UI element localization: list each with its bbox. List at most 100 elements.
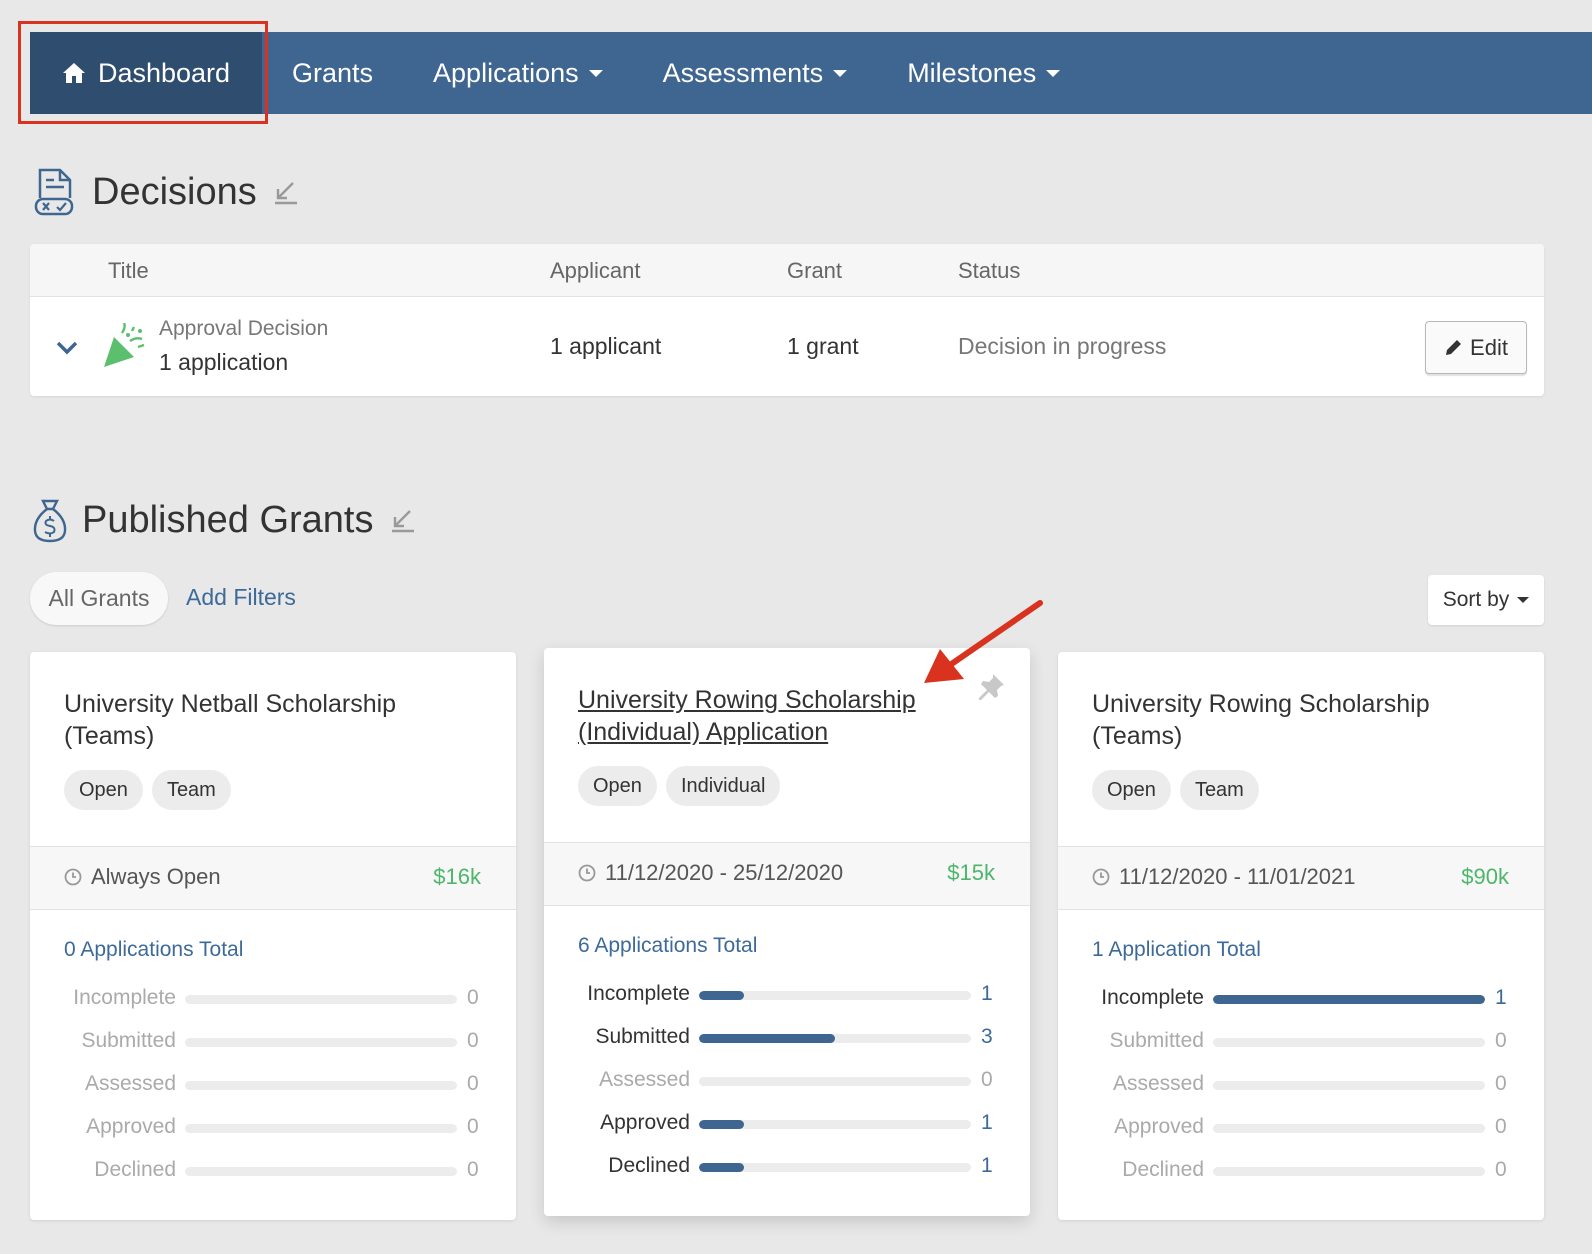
grant-title[interactable]: University Rowing Scholarship (Individua… bbox=[578, 684, 968, 748]
stat-assessed: Assessed 0 bbox=[1058, 1072, 1544, 1098]
clock-icon bbox=[1092, 868, 1110, 886]
grant-tags: Open Team bbox=[1092, 770, 1259, 810]
applications-total-link[interactable]: 0 Applications Total bbox=[64, 938, 243, 962]
nav-grants[interactable]: Grants bbox=[262, 32, 403, 114]
stat-bar bbox=[185, 1167, 457, 1176]
decision-application-count: 1 application bbox=[159, 349, 289, 375]
applications-total-link[interactable]: 1 Application Total bbox=[1092, 938, 1261, 962]
published-grants-heading: Published Grants bbox=[32, 497, 416, 543]
grant-card-header: University Netball Scholarship (Teams) O… bbox=[30, 652, 516, 846]
grant-tag: Open bbox=[64, 770, 143, 810]
nav-applications[interactable]: Applications bbox=[403, 32, 633, 114]
money-bag-icon bbox=[33, 499, 67, 543]
published-grants-title: Published Grants bbox=[82, 498, 374, 541]
stat-approved: Approved 0 bbox=[1058, 1115, 1544, 1141]
stat-count: 1 bbox=[981, 1154, 993, 1177]
grant-tags: Open Team bbox=[64, 770, 231, 810]
stat-count: 0 bbox=[1495, 1115, 1507, 1138]
collapse-arrow-icon[interactable] bbox=[390, 507, 416, 533]
add-filters-link[interactable]: Add Filters bbox=[186, 584, 296, 611]
stat-label: Incomplete bbox=[587, 982, 690, 1005]
col-applicant: Applicant bbox=[550, 258, 641, 283]
pin-icon[interactable] bbox=[976, 672, 1006, 702]
top-navbar: Dashboard Grants Applications Assessment… bbox=[30, 32, 1592, 114]
stat-count: 0 bbox=[467, 986, 479, 1009]
nav-assessments[interactable]: Assessments bbox=[633, 32, 878, 114]
grant-dates: 11/12/2020 - 25/12/2020 bbox=[605, 860, 844, 885]
stat-label: Approved bbox=[600, 1111, 690, 1134]
nav-dashboard-label: Dashboard bbox=[97, 57, 231, 88]
grant-title[interactable]: University Rowing Scholarship (Teams) bbox=[1092, 688, 1482, 752]
caret-down-icon bbox=[588, 69, 603, 77]
stat-label: Submitted bbox=[81, 1029, 176, 1052]
stat-submitted: Submitted 3 bbox=[544, 1025, 1030, 1051]
stat-count: 0 bbox=[981, 1068, 993, 1091]
stat-bar bbox=[699, 1034, 971, 1043]
decision-document-icon bbox=[34, 168, 74, 216]
stat-count: 0 bbox=[467, 1072, 479, 1095]
decision-applicant: 1 applicant bbox=[550, 333, 662, 359]
grant-tag: Individual bbox=[665, 766, 781, 806]
decision-status: Decision in progress bbox=[958, 333, 1167, 359]
stat-incomplete: Incomplete 1 bbox=[1058, 986, 1544, 1012]
stat-bar bbox=[1213, 1167, 1485, 1176]
clock-icon bbox=[578, 864, 596, 882]
grant-card[interactable]: University Rowing Scholarship (Teams) Op… bbox=[1058, 652, 1544, 1220]
decisions-table-header: Title Applicant Grant Status bbox=[30, 244, 1544, 297]
caret-down-icon bbox=[833, 69, 848, 77]
stat-bar bbox=[185, 1038, 457, 1047]
nav-milestones-label: Milestones bbox=[907, 57, 1037, 88]
nav-dashboard[interactable]: Dashboard bbox=[30, 32, 262, 114]
chevron-down-icon[interactable] bbox=[56, 341, 78, 355]
stat-count: 0 bbox=[1495, 1029, 1507, 1052]
stat-label: Incomplete bbox=[1101, 986, 1204, 1009]
stat-label: Assessed bbox=[598, 1068, 690, 1091]
stat-assessed: Assessed 0 bbox=[544, 1068, 1030, 1094]
stat-label: Assessed bbox=[1112, 1072, 1204, 1095]
stat-bar bbox=[699, 1120, 971, 1129]
stat-bar bbox=[699, 991, 971, 1000]
collapse-arrow-icon[interactable] bbox=[273, 179, 299, 205]
col-grant: Grant bbox=[787, 258, 843, 283]
grant-title[interactable]: University Netball Scholarship (Teams) bbox=[64, 688, 454, 752]
col-title: Title bbox=[108, 258, 149, 283]
sort-by-label: Sort by bbox=[1442, 588, 1510, 611]
grant-dates: Always Open bbox=[91, 864, 221, 889]
stat-bar bbox=[699, 1077, 971, 1086]
applications-total-link[interactable]: 6 Applications Total bbox=[578, 934, 757, 958]
grant-card[interactable]: University Netball Scholarship (Teams) O… bbox=[30, 652, 516, 1220]
stat-bar bbox=[185, 995, 457, 1004]
grant-amount: $90k bbox=[1461, 864, 1509, 889]
stat-submitted: Submitted 0 bbox=[30, 1029, 516, 1055]
stat-bar-fill bbox=[699, 1120, 745, 1129]
edit-button-label: Edit bbox=[1470, 334, 1508, 360]
sort-by-dropdown[interactable]: Sort by bbox=[1428, 575, 1544, 625]
all-grants-filter[interactable]: All Grants bbox=[30, 572, 168, 625]
stat-bar bbox=[699, 1163, 971, 1172]
grant-card-header: University Rowing Scholarship (Individua… bbox=[544, 648, 1030, 842]
stat-count: 0 bbox=[467, 1158, 479, 1181]
stat-bar-fill bbox=[699, 1163, 745, 1172]
nav-assessments-label: Assessments bbox=[662, 57, 824, 88]
stat-approved: Approved 1 bbox=[544, 1111, 1030, 1137]
stat-label: Submitted bbox=[595, 1025, 690, 1048]
stat-bar bbox=[1213, 995, 1485, 1004]
grant-stats: 6 Applications Total Incomplete 1 Submit… bbox=[544, 906, 1030, 1216]
stat-count: 1 bbox=[981, 982, 993, 1005]
party-popper-icon bbox=[104, 323, 145, 367]
caret-down-icon bbox=[1046, 69, 1061, 77]
stat-declined: Declined 0 bbox=[30, 1158, 516, 1184]
stat-label: Declined bbox=[94, 1158, 176, 1181]
nav-milestones[interactable]: Milestones bbox=[877, 32, 1090, 114]
edit-button[interactable]: Edit bbox=[1425, 321, 1527, 374]
stat-bar bbox=[1213, 1038, 1485, 1047]
clock-icon bbox=[64, 868, 82, 886]
grant-tag: Team bbox=[151, 770, 231, 810]
grant-dates: 11/12/2020 - 11/01/2021 bbox=[1119, 864, 1356, 889]
stat-count: 0 bbox=[467, 1115, 479, 1138]
table-row[interactable]: Approval Decision 1 application 1 applic… bbox=[30, 297, 1544, 396]
grant-card[interactable]: University Rowing Scholarship (Individua… bbox=[544, 648, 1030, 1216]
stat-bar-fill bbox=[699, 1034, 835, 1043]
grant-tags: Open Individual bbox=[578, 766, 781, 806]
pencil-icon bbox=[1446, 339, 1462, 355]
